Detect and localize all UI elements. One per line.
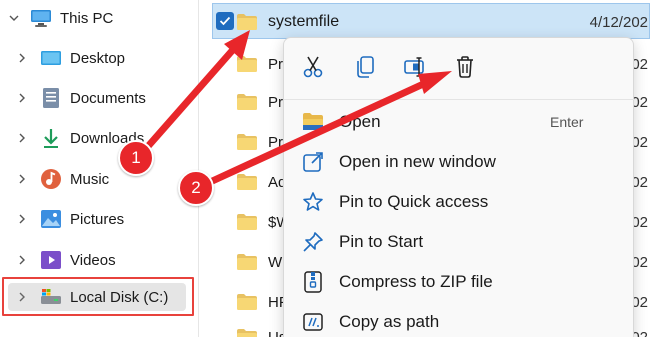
rename-button[interactable] [400, 54, 430, 84]
annotation-badge-2: 2 [178, 170, 214, 206]
file-row-selected[interactable]: systemfile 4/12/202 [236, 7, 648, 37]
sidebar-item-label: Desktop [70, 49, 126, 67]
sidebar-item-videos[interactable]: Videos [8, 242, 116, 278]
menu-item-label: Open [339, 112, 381, 131]
folder-icon [236, 133, 258, 151]
cut-icon [302, 55, 324, 84]
sidebar-item-label: Videos [70, 251, 116, 269]
menu-item-label: Open in new window [339, 152, 496, 171]
chevron-right-icon[interactable] [16, 52, 28, 64]
sidebar-item-label: Music [70, 170, 110, 188]
folder-icon [236, 328, 258, 337]
delete-button[interactable] [450, 54, 480, 84]
sidebar-item-label: This PC [60, 9, 114, 27]
file-name: systemfile [268, 13, 340, 30]
context-menu: Open Enter Open in new window Pin to Qui… [283, 37, 635, 337]
pictures-icon [40, 208, 62, 230]
sidebar-item-label: Documents [70, 89, 146, 107]
chevron-down-icon[interactable] [8, 12, 20, 24]
folder-icon [236, 173, 258, 191]
chevron-right-icon[interactable] [16, 173, 28, 185]
context-menu-toolbar [284, 38, 635, 100]
download-icon [40, 127, 62, 149]
menu-item-label: Copy as path [339, 312, 440, 331]
cut-button[interactable] [298, 54, 328, 84]
desktop-icon [40, 47, 62, 69]
folder-icon [236, 293, 258, 311]
menu-item-compress-zip[interactable]: Compress to ZIP file [284, 262, 635, 302]
copy-button[interactable] [350, 54, 380, 84]
file-date: 4/12/202 [589, 13, 648, 31]
documents-icon [40, 87, 62, 109]
sidebar-item-label: Pictures [70, 210, 125, 228]
menu-item-open[interactable]: Open Enter [284, 102, 635, 142]
zip-icon [301, 270, 325, 294]
chevron-right-icon[interactable] [16, 213, 28, 225]
folder-icon [236, 253, 258, 271]
videos-icon [40, 249, 62, 271]
menu-item-open-new-window[interactable]: Open in new window [284, 142, 635, 182]
rename-icon [403, 55, 427, 84]
delete-icon [454, 55, 476, 84]
menu-item-pin-quick-access[interactable]: Pin to Quick access [284, 182, 635, 222]
sidebar-item-desktop[interactable]: Desktop [8, 40, 125, 76]
sidebar-item-music[interactable]: Music [8, 161, 109, 197]
star-icon [301, 190, 325, 214]
checkbox-checked-icon[interactable] [216, 12, 234, 30]
pin-icon [301, 230, 325, 254]
folder-icon [236, 55, 258, 73]
menu-item-label: Pin to Start [339, 232, 424, 251]
chevron-right-icon[interactable] [16, 254, 28, 266]
sidebar-item-pictures[interactable]: Pictures [8, 201, 124, 237]
folder-icon [236, 13, 258, 31]
annotation-highlight-box [2, 277, 194, 316]
annotation-badge-1: 1 [118, 140, 154, 176]
folder-icon [236, 93, 258, 111]
music-icon [40, 168, 62, 190]
chevron-right-icon[interactable] [16, 132, 28, 144]
menu-item-label: Compress to ZIP file [339, 272, 493, 291]
copy-icon [355, 55, 375, 84]
chevron-right-icon[interactable] [16, 92, 28, 104]
open-folder-icon [301, 110, 325, 134]
pane-divider[interactable] [198, 0, 199, 337]
menu-item-copy-as-path[interactable]: Copy as path [284, 302, 635, 337]
open-new-window-icon [301, 150, 325, 174]
navigation-pane: This PC Desktop Documents Downloads Musi… [0, 0, 200, 337]
sidebar-item-this-pc[interactable]: This PC [8, 0, 113, 36]
menu-item-pin-start[interactable]: Pin to Start [284, 222, 635, 262]
menu-item-label: Pin to Quick access [339, 192, 489, 211]
folder-icon [236, 213, 258, 231]
menu-item-shortcut: Enter [550, 114, 584, 130]
copy-path-icon [301, 310, 325, 334]
sidebar-item-documents[interactable]: Documents [8, 80, 146, 116]
monitor-icon [30, 7, 52, 29]
